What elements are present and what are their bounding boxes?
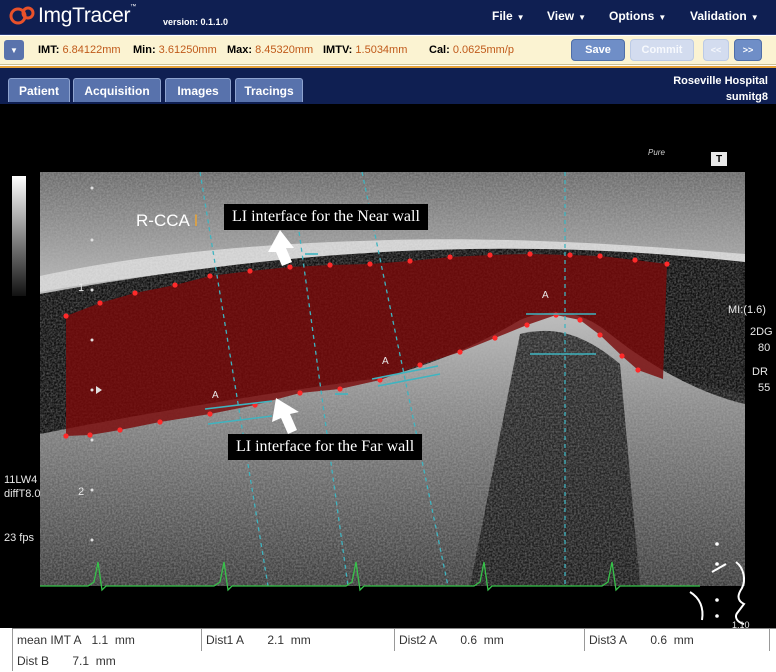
app-header: ImgTracer™ version: 0.1.1.0 File ▼ View ▼ … [0, 0, 776, 35]
stat-dist1: Dist1 A 2.1 mm [201, 629, 394, 651]
frame-rate: 23 fps [4, 532, 34, 544]
app-version: version: 0.1.1.0 [163, 17, 229, 27]
caret-down-icon: ▼ [750, 13, 759, 22]
brand-logo: Pure [648, 148, 665, 157]
app-name: ImgTracer [38, 4, 131, 27]
annotation-far-wall: LI interface for the Far wall [228, 434, 423, 460]
menu-validation[interactable]: Validation ▼ [690, 9, 759, 23]
annotation-near-wall: LI interface for the Near wall [224, 204, 428, 230]
dr-label: DR [752, 366, 768, 378]
depth-mark-2: 2 [78, 486, 85, 498]
t-badge-icon[interactable]: T [711, 152, 727, 166]
save-button[interactable]: Save [571, 39, 625, 61]
previous-button[interactable]: << [703, 39, 729, 61]
commit-button[interactable]: Commit [630, 39, 694, 61]
tab-bar: Patient Acquisition Images Tracings Rose… [0, 66, 776, 104]
stat-dist2: Dist2 A 0.6 mm [394, 629, 584, 651]
stats-panel: mean IMT A 1.1 mm Dist1 A 2.1 mm Dist2 A… [12, 628, 776, 672]
min-readout: Min: 3.61250mm [133, 44, 217, 56]
marker-a-left: A [212, 390, 219, 401]
mi-readout: MI:(1.6) [728, 304, 766, 316]
gain-readout: 80 [758, 342, 771, 354]
hospital-info: Roseville Hospital sumitg8 [673, 73, 768, 105]
tab-images[interactable]: Images [165, 78, 231, 102]
caret-down-icon: ▼ [658, 13, 667, 22]
tab-acquisition[interactable]: Acquisition [73, 78, 161, 102]
next-button[interactable]: >> [734, 39, 762, 61]
collapse-toggle-icon[interactable]: ▼ [4, 40, 24, 60]
dr-value: 55 [758, 382, 771, 394]
stat-mean-imt: mean IMT A 1.1 mm [12, 629, 201, 651]
marker-a-right: A [542, 290, 549, 301]
imt-readout: IMT: 6.84122mm [38, 44, 121, 56]
app-logo: ImgTracer™ [8, 4, 136, 28]
max-readout: Max: 8.45320mm [227, 44, 314, 56]
probe-info-2: diffT8.0 [4, 488, 41, 500]
mode-readout: 2DG [750, 326, 773, 338]
menu-view[interactable]: View ▼ [547, 9, 586, 23]
measurement-bar: ▼ IMT: 6.84122mm Min: 3.61250mm Max: 8.4… [0, 36, 776, 65]
app-trademark: ™ [130, 4, 136, 10]
tab-patient[interactable]: Patient [8, 78, 70, 102]
depth-mark-1: 1 [78, 282, 85, 294]
stat-dist3: Dist3 A 0.6 mm [584, 629, 770, 651]
hospital-name: Roseville Hospital [673, 75, 768, 87]
imtv-readout: IMTV: 1.5034mm [323, 44, 408, 56]
vessel-marker: I [193, 211, 199, 230]
probe-info-1: 11LW4 [4, 474, 38, 486]
cal-readout: Cal: 0.0625mm/p [429, 44, 514, 56]
stat-dist-b: Dist B 7.1 mm [12, 651, 201, 671]
user-name: sumitg8 [725, 91, 768, 103]
vessel-label: R-CCA I [136, 211, 199, 230]
imgtracer-logo-icon [8, 4, 38, 28]
grayscale-bar [12, 176, 26, 296]
ultrasound-viewer[interactable]: R-CCA I LI interface for the Near wall L… [0, 104, 776, 630]
caret-down-icon: ▼ [578, 13, 587, 22]
tab-tracings[interactable]: Tracings [235, 78, 303, 102]
menu-file[interactable]: File ▼ [492, 9, 525, 23]
marker-a-middle: A [382, 356, 389, 367]
menu-options[interactable]: Options ▼ [609, 9, 666, 23]
caret-down-icon: ▼ [516, 13, 525, 22]
